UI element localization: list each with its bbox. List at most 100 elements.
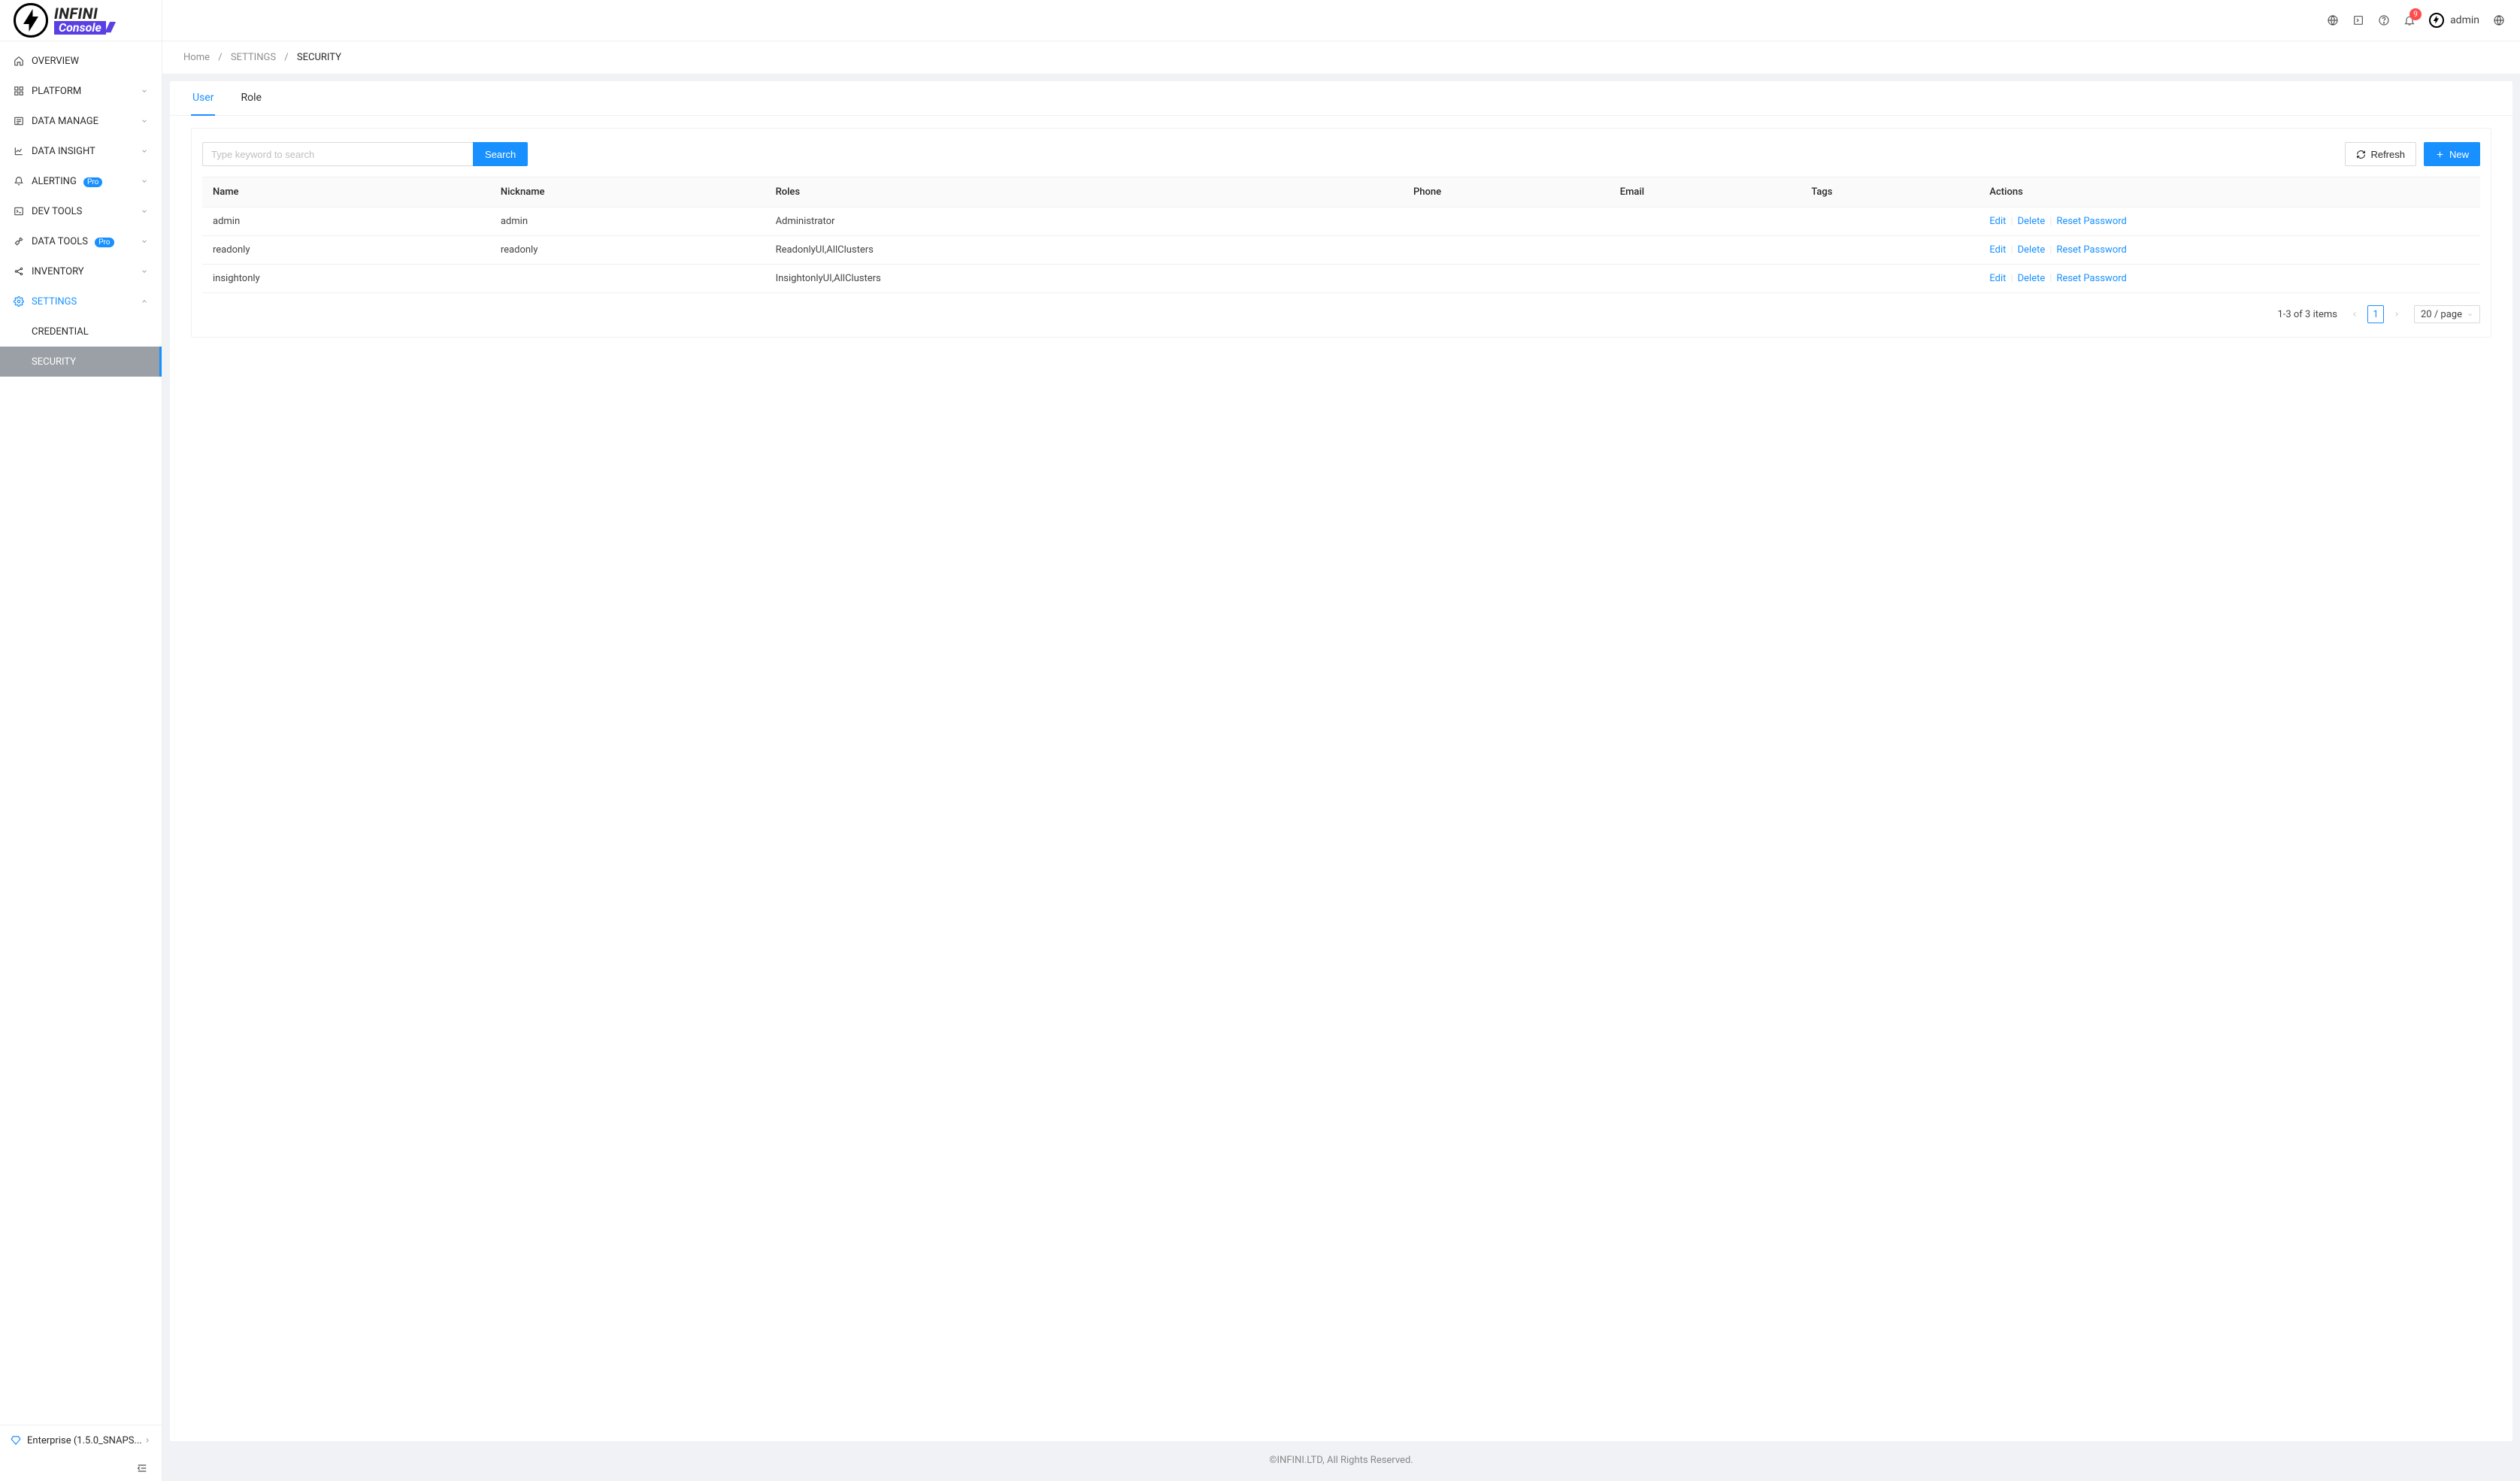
sidebar-subitem-credential[interactable]: CREDENTIAL [0, 316, 162, 347]
action-delete[interactable]: Delete [2018, 244, 2046, 256]
sidebar-item-dev-tools[interactable]: DEV TOOLS [0, 196, 162, 226]
cell-nickname: readonly [490, 236, 765, 265]
collapse-icon [136, 1462, 148, 1474]
pagination-prev[interactable] [2348, 310, 2361, 318]
username: admin [2450, 14, 2479, 26]
toolbar: Search Refresh New [202, 142, 2480, 166]
home-icon [14, 56, 24, 66]
list-icon [14, 116, 24, 126]
globe-status-icon[interactable] [2327, 14, 2339, 26]
version-text: Enterprise (1.5.0_SNAPS... [27, 1435, 144, 1446]
chevron-down-icon [141, 238, 148, 245]
sidebar-menu: OVERVIEW PLATFORM DATA MANAGE DATA INSIG… [0, 41, 162, 1425]
share-icon [14, 266, 24, 277]
tab-role[interactable]: Role [239, 81, 262, 116]
fullscreen-icon[interactable] [2352, 14, 2364, 26]
sidebar-item-platform[interactable]: PLATFORM [0, 76, 162, 106]
action-reset-password[interactable]: Reset Password [2056, 244, 2126, 256]
cell-roles: InsightonlyUI,AllClusters [765, 265, 1403, 293]
col-email: Email [1610, 177, 1801, 207]
language-icon[interactable] [2493, 14, 2505, 26]
cell-nickname [490, 265, 765, 293]
new-button[interactable]: New [2424, 142, 2480, 166]
pagination-next[interactable] [2390, 310, 2403, 318]
action-delete[interactable]: Delete [2018, 273, 2046, 284]
col-nickname: Nickname [490, 177, 765, 207]
action-edit[interactable]: Edit [1989, 273, 2006, 284]
search-button[interactable]: Search [473, 142, 528, 166]
chevron-down-icon [2467, 311, 2473, 318]
version-info[interactable]: Enterprise (1.5.0_SNAPS... [0, 1425, 162, 1455]
cell-name: readonly [202, 236, 490, 265]
col-roles: Roles [765, 177, 1403, 207]
action-reset-password[interactable]: Reset Password [2056, 216, 2126, 227]
cell-roles: Administrator [765, 207, 1403, 236]
sidebar-item-data-manage[interactable]: DATA MANAGE [0, 106, 162, 136]
sidebar-item-label: DEV TOOLS [32, 206, 141, 217]
logo[interactable]: INFINI Console //// [0, 0, 162, 41]
sidebar-item-inventory[interactable]: INVENTORY [0, 256, 162, 286]
search-input[interactable] [202, 142, 473, 166]
platform-icon [14, 86, 24, 96]
cell-name: insightonly [202, 265, 490, 293]
tool-icon [14, 236, 24, 247]
breadcrumb-settings[interactable]: SETTINGS [231, 52, 276, 63]
cell-roles: ReadonlyUI,AllClusters [765, 236, 1403, 265]
content-card: User Role Search Refresh [170, 81, 2512, 1441]
chevron-down-icon [141, 207, 148, 215]
cell-email [1610, 207, 1801, 236]
page-size-select[interactable]: 20 / page [2414, 305, 2480, 323]
chevron-down-icon [141, 147, 148, 155]
sidebar-item-label: OVERVIEW [32, 56, 148, 67]
tabs: User Role [170, 81, 2512, 116]
logo-text-line1: INFINI [54, 6, 114, 21]
sidebar-collapse-toggle[interactable] [0, 1455, 162, 1481]
sidebar-item-settings[interactable]: SETTINGS [0, 286, 162, 316]
terminal-icon [14, 206, 24, 217]
cell-tags [1801, 236, 1979, 265]
action-edit[interactable]: Edit [1989, 244, 2006, 256]
action-reset-password[interactable]: Reset Password [2056, 273, 2126, 284]
cell-actions: Edit|Delete|Reset Password [1979, 236, 2480, 265]
table-row: insightonly InsightonlyUI,AllClusters Edit… [202, 265, 2480, 293]
logo-slashes: //// [106, 21, 114, 35]
chevron-down-icon [141, 268, 148, 275]
sidebar-item-label: INVENTORY [32, 266, 141, 277]
refresh-icon [2356, 150, 2366, 159]
sidebar-item-overview[interactable]: OVERVIEW [0, 46, 162, 76]
notifications-icon[interactable]: 9 [2403, 14, 2416, 26]
avatar-icon [2429, 13, 2444, 28]
sidebar-item-label: SETTINGS [32, 296, 141, 307]
help-icon[interactable] [2378, 14, 2390, 26]
sidebar-submenu-settings: CREDENTIAL SECURITY [0, 316, 162, 377]
sidebar-item-label: DATA INSIGHT [32, 146, 141, 157]
refresh-button[interactable]: Refresh [2345, 142, 2416, 166]
sidebar-item-data-insight[interactable]: DATA INSIGHT [0, 136, 162, 166]
chevron-up-icon [141, 298, 148, 305]
cell-tags [1801, 207, 1979, 236]
chart-icon [14, 146, 24, 156]
breadcrumb-home[interactable]: Home [183, 52, 210, 63]
col-tags: Tags [1801, 177, 1979, 207]
search-group: Search [202, 142, 528, 166]
pagination: 1-3 of 3 items 1 20 / page [202, 305, 2480, 323]
chevron-down-icon [141, 117, 148, 125]
cell-actions: Edit|Delete|Reset Password [1979, 265, 2480, 293]
action-edit[interactable]: Edit [1989, 216, 2006, 227]
sidebar-subitem-security[interactable]: SECURITY [0, 347, 162, 377]
cell-phone [1403, 236, 1610, 265]
diamond-icon [11, 1435, 21, 1446]
cell-email [1610, 265, 1801, 293]
user-menu[interactable]: admin [2429, 13, 2479, 28]
cell-actions: Edit|Delete|Reset Password [1979, 207, 2480, 236]
action-delete[interactable]: Delete [2018, 216, 2046, 227]
breadcrumb-current: SECURITY [297, 52, 341, 63]
logo-mark-icon [14, 3, 48, 38]
breadcrumb: Home / SETTINGS / SECURITY [162, 41, 2520, 74]
pagination-page-1[interactable]: 1 [2367, 305, 2384, 323]
main: 9 admin Home / SETTINGS / SECURITY User … [162, 0, 2520, 1481]
sidebar-item-alerting[interactable]: ALERTING Pro [0, 166, 162, 196]
tab-user[interactable]: User [191, 81, 215, 116]
sidebar-item-data-tools[interactable]: DATA TOOLS Pro [0, 226, 162, 256]
pro-badge: Pro [95, 238, 114, 247]
